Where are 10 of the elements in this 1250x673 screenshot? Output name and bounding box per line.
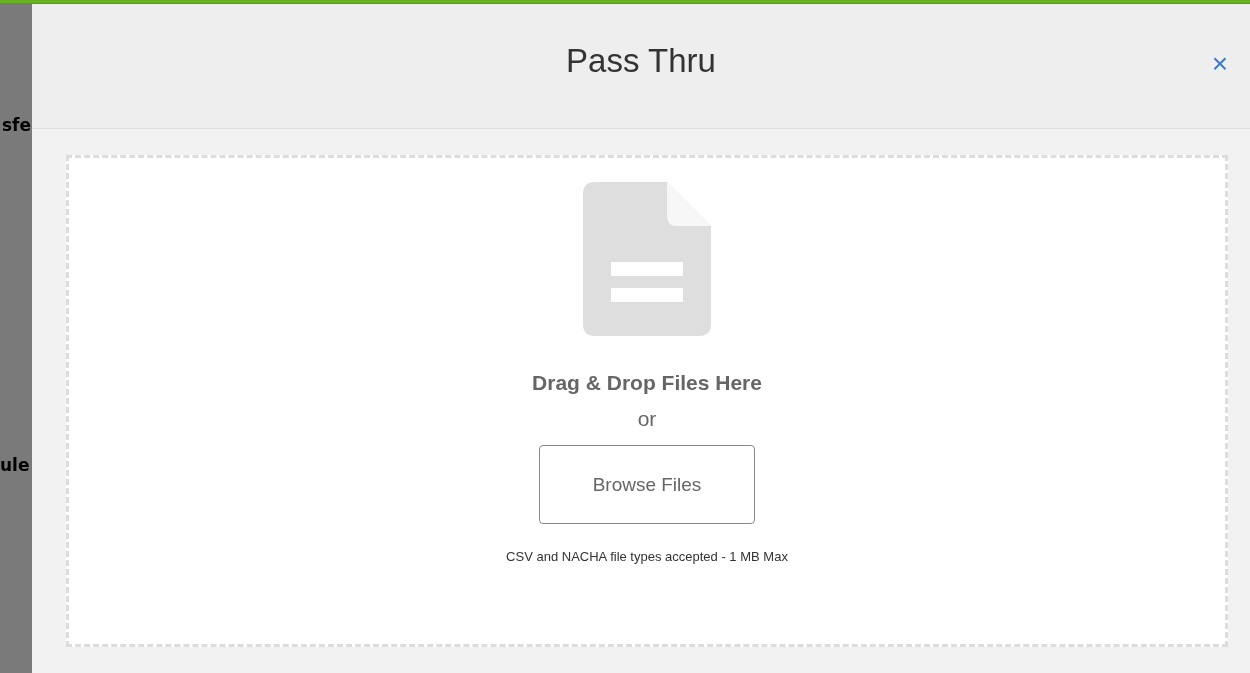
background-text: sfe: [2, 115, 32, 135]
close-button[interactable]: ×: [1207, 50, 1232, 78]
dropzone[interactable]: Drag & Drop Files Here or Browse Files CSV and NACHA file types accepted - 1 MB Max: [66, 155, 1228, 647]
file-types-note: CSV and NACHA file types accepted - 1 MB Max: [506, 549, 788, 564]
document-icon: [583, 182, 711, 336]
modal-title: Pass Thru: [566, 42, 716, 80]
background-text: ule: [0, 455, 31, 475]
browse-files-button[interactable]: Browse Files: [539, 445, 755, 524]
separator-text: or: [637, 407, 657, 431]
dropzone-heading: Drag & Drop Files Here: [532, 371, 762, 395]
